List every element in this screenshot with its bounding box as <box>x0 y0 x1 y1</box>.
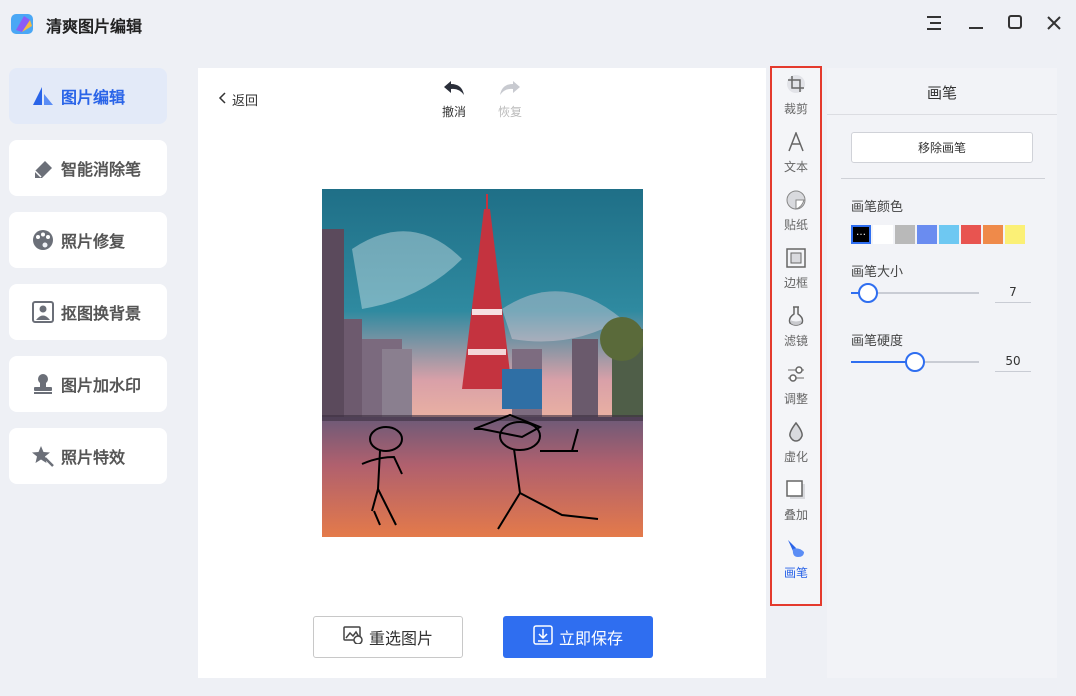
image-edit-icon <box>31 84 55 108</box>
sticker-icon <box>785 190 807 214</box>
reselect-image-button[interactable]: 重选图片 <box>313 616 463 658</box>
reselect-image-icon <box>343 626 369 648</box>
filter-flask-icon <box>785 306 807 330</box>
edited-photo[interactable] <box>322 189 643 537</box>
tool-label: 边框 <box>783 276 808 290</box>
redo-label: 恢复 <box>497 105 522 119</box>
tool-border[interactable]: 边框 <box>772 242 820 294</box>
save-now-button[interactable]: 立即保存 <box>503 616 653 658</box>
back-label: 返回 <box>232 94 259 109</box>
color-swatch[interactable]: … <box>851 225 871 244</box>
tool-label: 虚化 <box>783 450 808 464</box>
nav-item-photo-effects[interactable]: 照片特效 <box>9 428 167 484</box>
app-logo-icon <box>10 12 36 36</box>
color-swatch[interactable] <box>983 225 1003 244</box>
tool-adjust[interactable]: 调整 <box>772 358 820 410</box>
color-swatch[interactable] <box>917 225 937 244</box>
brush-hardness-label: 画笔硬度 <box>851 334 904 349</box>
tool-label: 裁剪 <box>783 102 808 116</box>
nav-item-image-edit[interactable]: 图片编辑 <box>9 68 167 124</box>
tool-brush[interactable]: 画笔 <box>772 532 820 584</box>
nav-item-cutout-background[interactable]: 抠图换背景 <box>9 284 167 340</box>
minimize-button[interactable] <box>964 12 988 36</box>
remove-brush-button[interactable]: 移除画笔 <box>851 132 1033 163</box>
menu-button[interactable] <box>922 12 946 36</box>
brush-size-knob[interactable] <box>857 283 878 303</box>
palette-icon <box>31 228 55 252</box>
undo-label: 撤消 <box>441 105 466 119</box>
tool-label: 滤镜 <box>783 334 808 348</box>
eraser-icon <box>31 156 55 180</box>
divider <box>841 178 1045 179</box>
undo-icon <box>441 78 467 101</box>
divider <box>827 114 1057 115</box>
brush-hardness-knob[interactable] <box>905 352 925 372</box>
app-title: 清爽图片编辑 <box>46 17 143 36</box>
title-bar: 清爽图片编辑 <box>0 0 1076 48</box>
tool-label: 调整 <box>783 392 808 406</box>
nav-label: 照片特效 <box>61 448 126 467</box>
tool-sticker[interactable]: 贴纸 <box>772 184 820 236</box>
tool-filter[interactable]: 滤镜 <box>772 300 820 352</box>
color-swatch[interactable] <box>895 225 915 244</box>
crop-icon <box>785 74 807 98</box>
tool-crop[interactable]: 裁剪 <box>772 68 820 120</box>
brush-size-label: 画笔大小 <box>851 265 904 280</box>
tool-text[interactable]: 文本 <box>772 126 820 178</box>
brush-hardness-slider[interactable] <box>851 352 979 372</box>
border-frame-icon <box>785 248 807 272</box>
tool-label: 画笔 <box>783 566 808 580</box>
nav-label: 照片修复 <box>61 232 126 251</box>
panel-title: 画笔 <box>926 84 957 102</box>
close-button[interactable] <box>1042 12 1066 36</box>
nav-label: 图片加水印 <box>61 376 142 395</box>
nav-item-smart-eraser[interactable]: 智能消除笔 <box>9 140 167 196</box>
nav-item-photo-repair[interactable]: 照片修复 <box>9 212 167 268</box>
color-swatch[interactable] <box>961 225 981 244</box>
maximize-button[interactable] <box>1003 12 1027 36</box>
editor-canvas-panel: 返回 撤消 恢复 重选图片 立即保存 <box>198 68 766 678</box>
portrait-cutout-icon <box>31 300 55 324</box>
overlay-icon <box>785 480 807 504</box>
nav-label: 图片编辑 <box>61 88 126 107</box>
download-icon <box>533 625 559 649</box>
stamp-icon <box>31 372 55 396</box>
maximize-icon <box>1007 14 1023 34</box>
magic-wand-icon <box>31 444 55 468</box>
adjust-sliders-icon <box>785 364 807 388</box>
tool-label: 文本 <box>783 160 808 174</box>
color-swatch[interactable] <box>873 225 893 244</box>
brush-color-label: 画笔颜色 <box>851 200 904 215</box>
chevron-left-icon <box>218 91 232 108</box>
undo-button[interactable]: 撤消 <box>436 78 472 120</box>
redo-button[interactable]: 恢复 <box>492 78 528 120</box>
nav-item-watermark[interactable]: 图片加水印 <box>9 356 167 412</box>
brush-hardness-value[interactable]: 50 <box>995 350 1031 372</box>
reselect-label: 重选图片 <box>368 629 433 648</box>
save-label: 立即保存 <box>558 629 623 648</box>
text-icon <box>785 130 807 156</box>
tool-label: 贴纸 <box>783 218 808 232</box>
tool-overlay[interactable]: 叠加 <box>772 474 820 526</box>
redo-icon <box>497 78 523 101</box>
brush-icon <box>785 538 807 562</box>
tool-label: 叠加 <box>783 508 808 522</box>
color-swatch[interactable] <box>939 225 959 244</box>
hamburger-menu-icon <box>926 15 942 34</box>
back-button[interactable]: 返回 <box>218 90 258 109</box>
minimize-icon <box>968 15 984 34</box>
nav-label: 抠图换背景 <box>61 304 142 323</box>
color-swatch[interactable] <box>1005 225 1025 244</box>
brush-settings-panel: 画笔 移除画笔 画笔颜色 … 画笔大小 7 画笔硬度 50 <box>827 68 1057 678</box>
brush-size-value[interactable]: 7 <box>995 281 1031 303</box>
blur-drop-icon <box>785 421 807 446</box>
nav-label: 智能消除笔 <box>61 160 142 179</box>
brush-size-slider[interactable] <box>851 283 979 303</box>
tool-column: 裁剪 文本 贴纸 边框 滤镜 调整 虚化 叠加 画笔 <box>770 66 822 606</box>
tool-blur[interactable]: 虚化 <box>772 416 820 468</box>
close-icon <box>1047 15 1061 34</box>
